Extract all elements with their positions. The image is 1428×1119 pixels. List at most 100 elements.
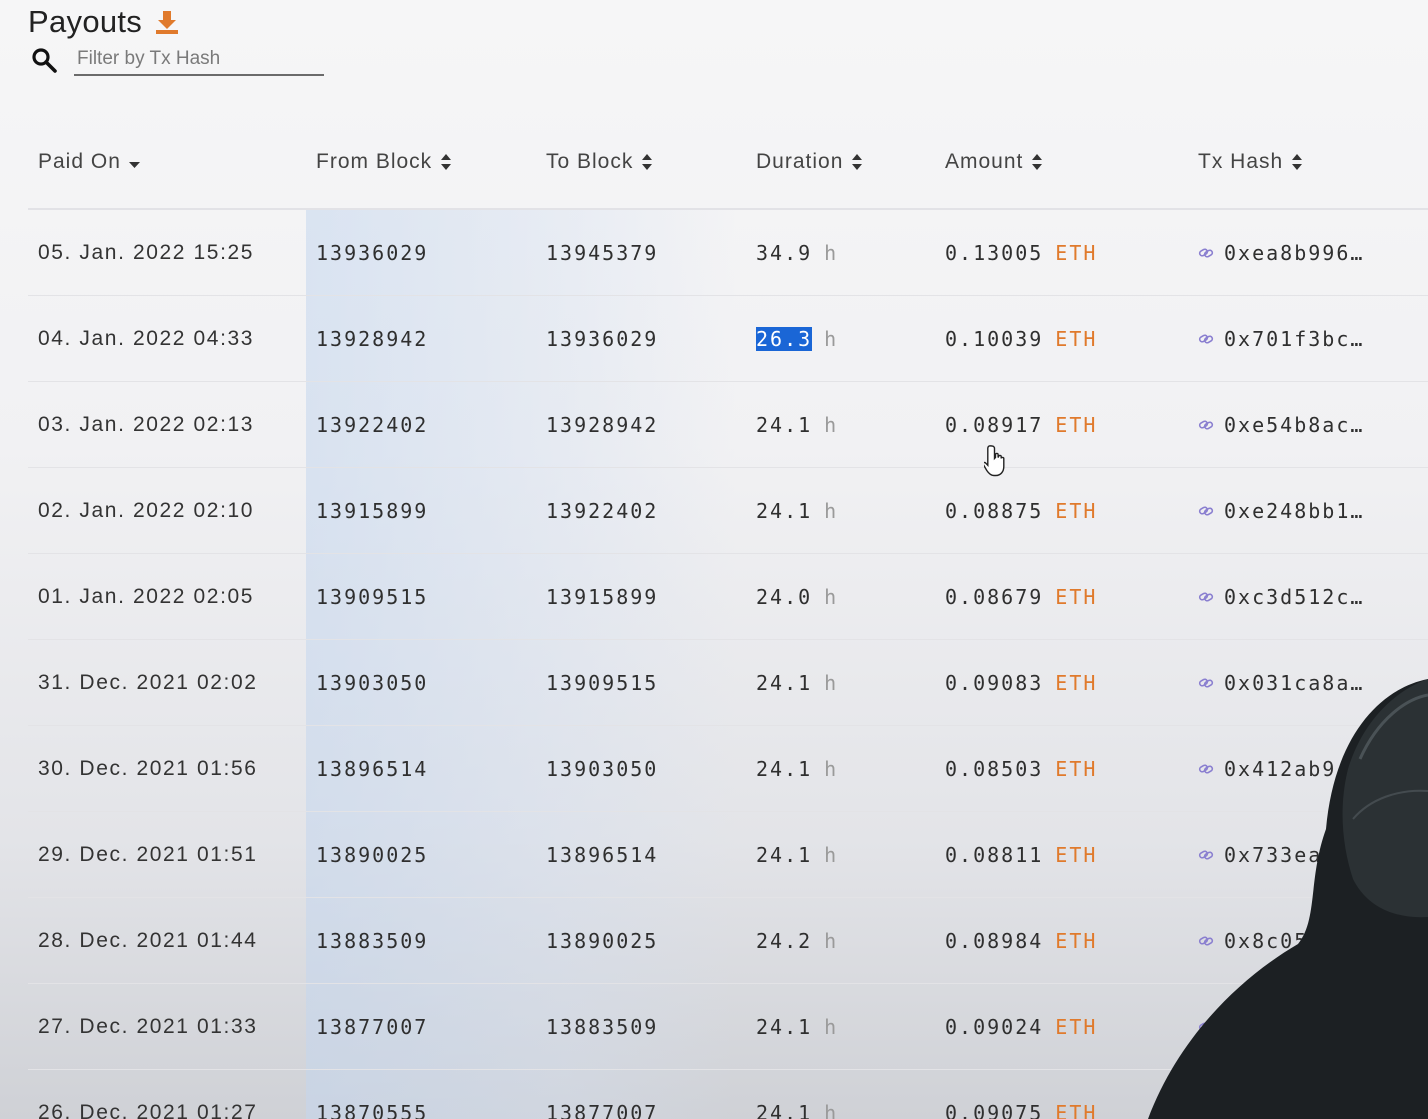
from-block-value: 13883509 [316,928,429,953]
paid-on-value: 31. Dec. 2021 02:02 [38,670,258,694]
from-block-value: 13936029 [316,240,429,265]
tx-hash-link[interactable]: 0x701f3bc… [1224,327,1364,351]
duration-value: 24.1 [756,1100,813,1119]
from-block-cell: 13909515 [316,554,428,639]
tx-hash-link[interactable]: 0xe54b8ac… [1224,413,1364,437]
amount-unit: ETH [1055,584,1098,609]
amount-value: 0.08811 [945,842,1044,867]
hand-cursor-icon [984,445,1005,477]
to-block-value: 13915899 [546,584,659,609]
sort-both-icon [1292,154,1303,170]
from-block-cell: 13922402 [316,382,428,467]
paid-on-value: 01. Jan. 2022 02:05 [38,584,255,608]
link-icon[interactable] [1198,417,1214,433]
to-block-cell: 13936029 [546,296,658,381]
tx-hash-filter-input[interactable] [74,44,324,76]
payouts-page: Payouts Paid On From Block To Block Duratio… [0,0,1428,1119]
duration-cell: 24.0 h [756,554,838,639]
link-icon[interactable] [1198,589,1214,605]
duration-value: 24.2 [756,928,813,953]
page-title: Payouts [28,4,143,39]
amount-cell: 0.08811 ETH [945,812,1097,897]
duration-value: 24.1 [756,842,813,867]
column-header-from-block[interactable]: From Block [316,150,452,174]
amount-value: 0.08917 [945,412,1044,437]
duration-cell: 24.1 h [756,812,838,897]
amount-value: 0.08679 [945,584,1044,609]
tx-hash-link[interactable]: 0x733ea5 [1224,843,1336,867]
duration-cell: 24.1 h [756,468,838,553]
tx-hash-link[interactable]: 0xc3d512c… [1224,585,1364,609]
to-block-value: 13896514 [546,842,659,867]
to-block-value: 13928942 [546,412,659,437]
column-header-label: To Block [546,150,634,173]
tx-hash-cell: 0x412ab9 [1198,726,1336,811]
amount-cell: 0.08679 ETH [945,554,1097,639]
tx-hash-link[interactable]: 0x031ca8a… [1224,671,1364,695]
duration-unit: h [824,498,839,523]
table-row: 02. Jan. 2022 02:10 13915899 13922402 24.1 h… [28,468,1428,554]
paid-on-cell: 26. Dec. 2021 01:27 [38,1070,258,1119]
duration-unit: h [824,584,839,609]
download-icon[interactable] [154,9,180,35]
tx-hash-link[interactable]: 0xe248bb1… [1224,499,1364,523]
from-block-cell: 13870555 [316,1070,428,1119]
amount-unit: ETH [1055,498,1098,523]
to-block-cell: 13890025 [546,898,658,983]
amount-unit: ETH [1055,1100,1098,1119]
amount-value: 0.13005 [945,240,1044,265]
duration-cell: 24.1 h [756,382,838,467]
amount-unit: ETH [1055,326,1098,351]
paid-on-value: 03. Jan. 2022 02:13 [38,412,255,436]
tx-hash-cell: 0x733ea5 [1198,812,1336,897]
paid-on-cell: 30. Dec. 2021 01:56 [38,726,258,811]
tx-hash-link[interactable]: 0xea8b996… [1224,241,1364,265]
table-row: 05. Jan. 2022 15:25 13936029 13945379 34.9 h… [28,210,1428,296]
amount-unit: ETH [1055,842,1098,867]
sort-both-icon [642,154,653,170]
from-block-value: 13870555 [316,1100,429,1119]
link-icon[interactable] [1198,847,1214,863]
paid-on-value: 05. Jan. 2022 15:25 [38,240,255,264]
paid-on-value: 02. Jan. 2022 02:10 [38,498,255,522]
from-block-value: 13890025 [316,842,429,867]
table-row: 03. Jan. 2022 02:13 13922402 13928942 24.1 h… [28,382,1428,468]
tx-hash-link[interactable]: 0xc [1224,1015,1266,1039]
duration-unit: h [824,928,839,953]
amount-unit: ETH [1055,670,1098,695]
tx-hash-cell: 0xe248bb1… [1198,468,1364,553]
column-header-label: From Block [316,150,433,173]
duration-unit: h [824,756,839,781]
link-icon[interactable] [1198,331,1214,347]
tx-hash-link[interactable]: 0x8c050a [1224,929,1336,953]
table-row: 31. Dec. 2021 02:02 13903050 13909515 24.1 h… [28,640,1428,726]
tx-hash-link[interactable]: 0x412ab9 [1224,757,1336,781]
column-header-tx-hash[interactable]: Tx Hash [1198,150,1303,174]
paid-on-cell: 04. Jan. 2022 04:33 [38,296,254,381]
amount-unit: ETH [1055,1014,1098,1039]
from-block-cell: 13890025 [316,812,428,897]
link-icon[interactable] [1198,761,1214,777]
column-header-duration[interactable]: Duration [756,150,863,174]
paid-on-cell: 31. Dec. 2021 02:02 [38,640,258,725]
link-icon[interactable] [1198,933,1214,949]
column-header-to-block[interactable]: To Block [546,150,653,174]
title-row: Payouts [28,4,180,40]
link-icon[interactable] [1198,675,1214,691]
from-block-cell: 13915899 [316,468,428,553]
link-icon[interactable] [1198,1019,1214,1035]
paid-on-value: 29. Dec. 2021 01:51 [38,842,258,866]
link-icon[interactable] [1198,245,1214,261]
from-block-value: 13909515 [316,584,429,609]
duration-unit: h [824,240,839,265]
column-header-amount[interactable]: Amount [945,150,1043,174]
duration-value: 24.1 [756,756,813,781]
paid-on-value: 04. Jan. 2022 04:33 [38,326,255,350]
column-header-paid-on[interactable]: Paid On [38,150,141,174]
paid-on-cell: 03. Jan. 2022 02:13 [38,382,254,467]
link-icon[interactable] [1198,503,1214,519]
column-header-label: Duration [756,150,844,173]
tx-hash-cell: 0x701f3bc… [1198,296,1364,381]
duration-value: 34.9 [756,240,813,265]
to-block-cell: 13877007 [546,1070,658,1119]
